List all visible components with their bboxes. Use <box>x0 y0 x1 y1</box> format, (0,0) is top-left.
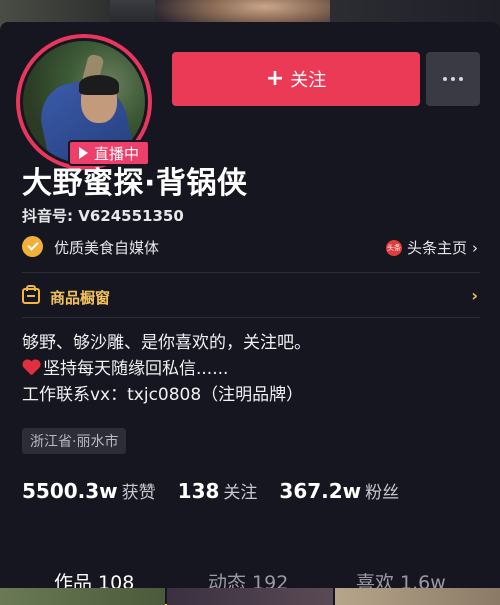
followers-stat[interactable]: 367.2w 粉丝 <box>279 478 399 503</box>
profile-header: 直播中 + 关注 大野蜜探·背锅侠 抖音号: V624551350 优质美食自媒… <box>0 22 500 605</box>
toutiao-logo-icon: 头条 <box>385 239 402 256</box>
video-thumbnail[interactable] <box>334 588 500 605</box>
video-thumbnail[interactable] <box>167 588 333 605</box>
location-tag: 浙江省·丽水市 <box>22 428 127 454</box>
following-count: 138 <box>177 479 220 503</box>
divider <box>22 272 480 273</box>
shop-window-label: 商品橱窗 <box>50 289 111 307</box>
verified-check-icon <box>22 236 43 257</box>
video-grid-preview <box>0 588 500 605</box>
plus-icon: + <box>265 66 285 91</box>
toutiao-link-label: 头条主页 <box>406 239 467 257</box>
bio-line: 工作联系vx：txjc0808（注明品牌） <box>22 385 304 405</box>
bio-line: 坚持每天随缘回私信...... <box>22 356 311 382</box>
likes-label: 获赞 <box>121 483 156 503</box>
stats-row: 5500.3w 获赞 138 关注 367.2w 粉丝 <box>22 478 421 503</box>
followers-count: 367.2w <box>279 479 362 503</box>
shop-window-row[interactable]: 商品橱窗 › <box>22 284 480 310</box>
bio: 够野、够沙雕、是你喜欢的，关注吧。 坚持每天随缘回私信...... 工作联系vx… <box>22 330 311 408</box>
chevron-right-icon: › <box>471 286 478 305</box>
video-thumbnail[interactable] <box>0 588 166 605</box>
profile-name: 大野蜜探·背锅侠 <box>22 166 248 201</box>
shop-window-icon <box>22 285 40 304</box>
chevron-right-icon: › <box>472 238 478 257</box>
more-dots-icon <box>443 77 463 81</box>
likes-count: 5500.3w <box>22 479 118 503</box>
more-button[interactable] <box>426 52 480 106</box>
following-label: 关注 <box>223 483 258 503</box>
divider <box>22 317 480 318</box>
following-stat[interactable]: 138 关注 <box>178 478 258 503</box>
likes-stat: 5500.3w 获赞 <box>22 478 156 503</box>
followers-label: 粉丝 <box>365 483 400 503</box>
verify-row: 优质美食自媒体 头条 头条主页 › <box>22 234 480 260</box>
bio-line: 够野、够沙雕、是你喜欢的，关注吧。 <box>22 333 311 353</box>
follow-button[interactable]: + 关注 <box>172 52 420 106</box>
verify-text: 优质美食自媒体 <box>54 239 160 257</box>
follow-button-label: 关注 <box>290 70 327 91</box>
toutiao-homepage-link[interactable]: 头条 头条主页 › <box>385 237 478 258</box>
douyin-id[interactable]: 抖音号: V624551350 <box>22 205 184 226</box>
red-heart-icon <box>22 360 40 376</box>
